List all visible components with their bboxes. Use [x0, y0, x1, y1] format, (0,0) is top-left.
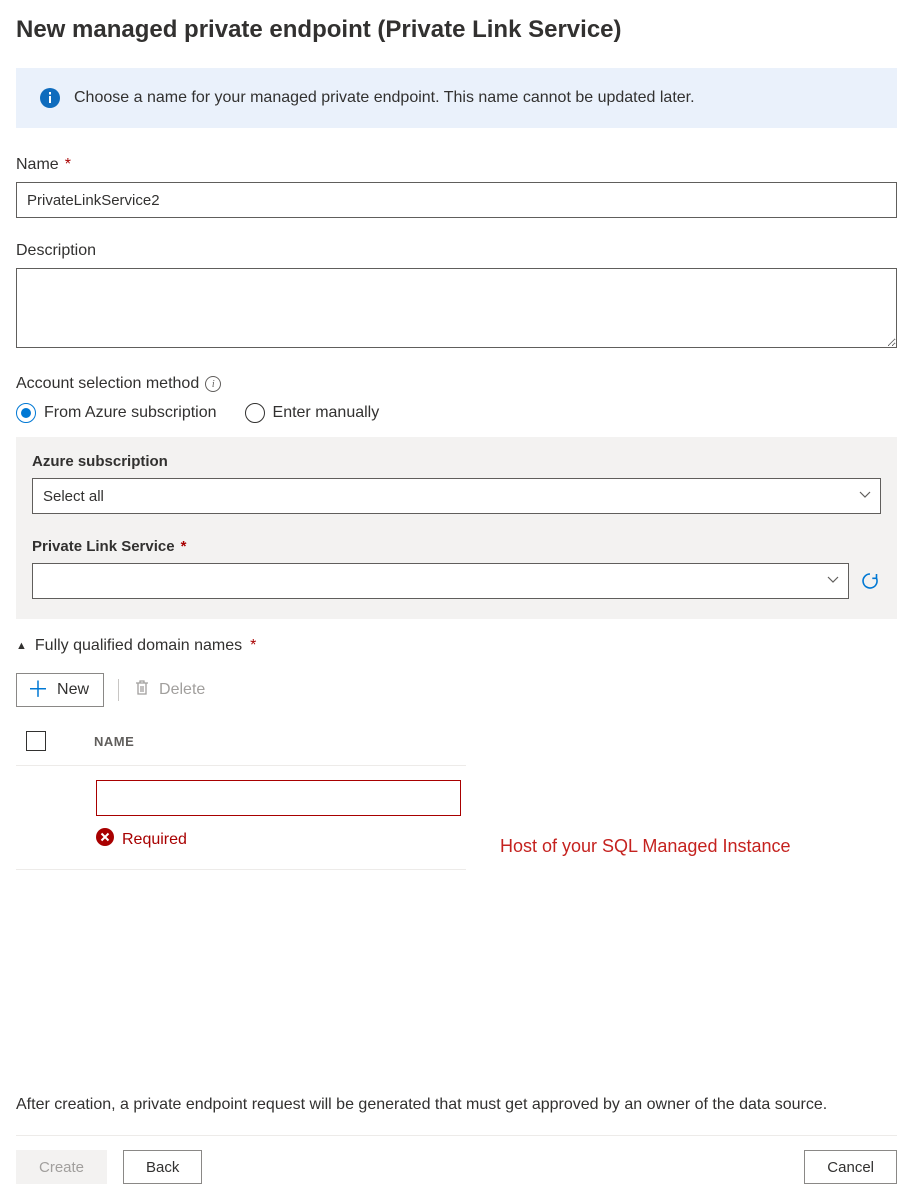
page-title: New managed private endpoint (Private Li…: [16, 16, 897, 44]
info-banner-text: Choose a name for your managed private e…: [74, 86, 695, 110]
column-header-name: NAME: [94, 734, 134, 749]
fqdn-table-header: NAME: [16, 727, 466, 766]
create-button: Create: [16, 1150, 107, 1184]
info-banner: Choose a name for your managed private e…: [16, 68, 897, 128]
cancel-button[interactable]: Cancel: [804, 1150, 897, 1184]
footer-note: After creation, a private endpoint reque…: [16, 1093, 897, 1117]
azure-sub-panel: Azure subscription Select all Private Li…: [16, 437, 897, 619]
fqdn-section-header[interactable]: ▲ Fully qualified domain names *: [16, 637, 897, 655]
radio-enter-manually[interactable]: Enter manually: [245, 403, 380, 423]
azure-subscription-select[interactable]: Select all: [32, 478, 881, 514]
error-text: Required: [122, 831, 187, 849]
back-button[interactable]: Back: [123, 1150, 202, 1184]
name-input[interactable]: [16, 182, 897, 218]
delete-button: Delete: [133, 679, 205, 702]
info-icon: [40, 88, 60, 108]
hint-overlay: Host of your SQL Managed Instance: [500, 836, 791, 857]
fqdn-input[interactable]: [96, 780, 461, 816]
triangle-down-icon: ▲: [16, 640, 27, 652]
description-input[interactable]: [16, 268, 897, 348]
radio-from-azure[interactable]: From Azure subscription: [16, 403, 217, 423]
azure-subscription-label: Azure subscription: [32, 453, 881, 470]
error-icon: [96, 828, 114, 851]
info-circle-icon[interactable]: i: [205, 376, 221, 392]
trash-icon: [133, 679, 151, 702]
select-all-checkbox[interactable]: [26, 731, 46, 751]
plus-icon: ＋: [27, 679, 49, 701]
new-button[interactable]: ＋ New: [16, 673, 104, 707]
private-link-service-select[interactable]: [32, 563, 849, 599]
refresh-button[interactable]: [859, 570, 881, 592]
table-row: Required: [16, 766, 466, 870]
account-method-label: Account selection method i: [16, 375, 897, 393]
description-label: Description: [16, 242, 897, 260]
private-link-service-label: Private Link Service*: [32, 538, 881, 555]
name-label: Name*: [16, 156, 897, 174]
divider: [118, 679, 119, 701]
